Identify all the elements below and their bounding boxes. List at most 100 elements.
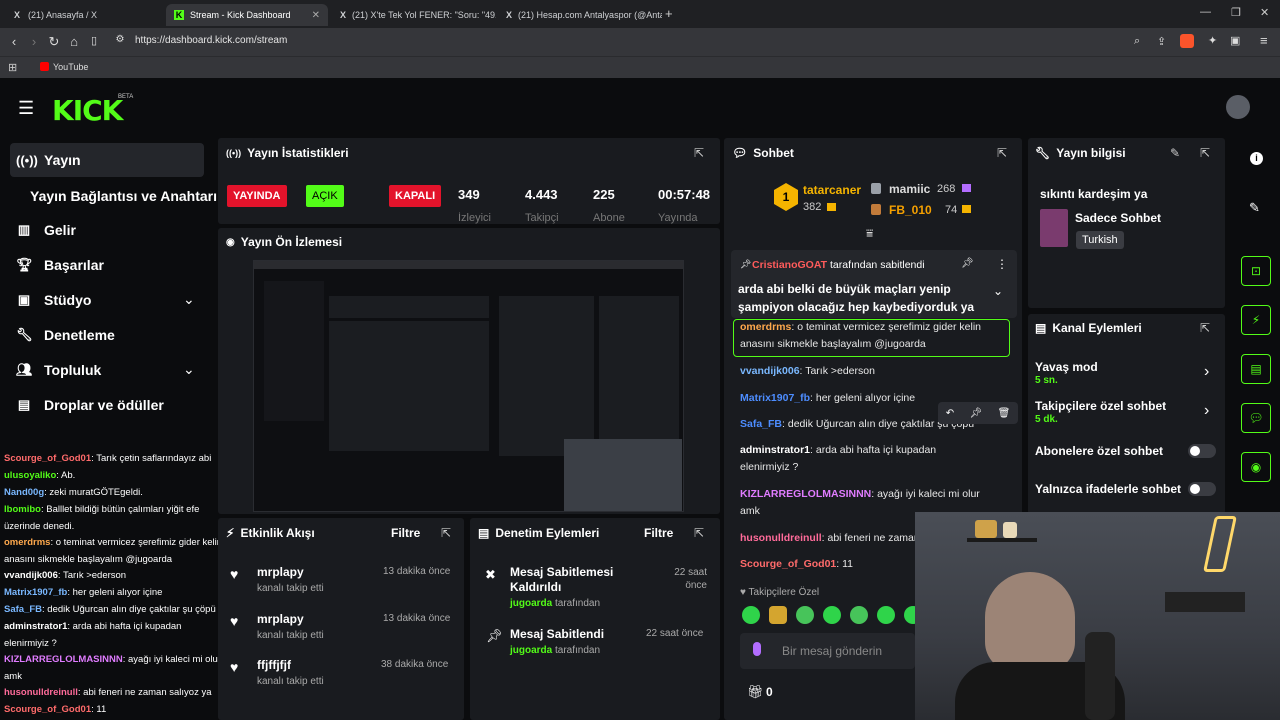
site-settings-icon[interactable]: ⚙ [110,34,130,45]
chart-icon: ▥ [17,222,31,237]
overlay-chat-line: Scourge_of_God01: Tarık çetin saflarında… [4,453,212,464]
language-tag: Turkish [1076,231,1124,249]
emote-only-toggle[interactable] [1188,482,1216,496]
emote[interactable] [796,606,814,624]
chat-message[interactable]: Scourge_of_God01: 11 [740,556,920,573]
browser-tab[interactable]: X (21) X'te Tek Yol FENER: "Soru: "49. d [332,4,496,26]
chat-message[interactable]: husonulldreinull: abi feneri ne zaman sa… [740,530,920,547]
info-icon[interactable]: i [1250,152,1263,165]
chat-message[interactable]: adminstrator1: arda abi hafta içi kupada… [740,442,970,476]
home-icon[interactable]: ⌂ [64,34,84,49]
sidebar-item-stream-key[interactable]: Yayın Bağlantısı ve Anahtarı [30,188,217,204]
collapse-leaderboard-icon[interactable]: ⩸ [866,226,873,241]
sidebar-item-droplar[interactable]: ▤ Droplar ve ödüller [16,397,164,413]
pin-icon[interactable]: 📌︎ [969,408,982,419]
close-tab-icon[interactable]: ✕ [312,10,320,21]
undo-icon[interactable]: ↶ [946,408,954,419]
bookmark-icon[interactable]: ▯ [84,34,104,47]
drops-icon: ▤ [17,397,31,412]
chat-title: 💬︎ Sohbet [732,146,794,160]
expand-icon[interactable]: ⇱ [694,526,704,540]
closed-badge[interactable]: KAPALI [389,185,442,207]
forward-icon[interactable]: › [24,34,44,49]
chat-icon[interactable]: 💬︎ [1241,403,1271,433]
new-tab-icon[interactable]: + [665,6,673,21]
lightning-icon[interactable]: ⚡︎ [1241,305,1271,335]
browser-tab[interactable]: X (21) Anasayfa / X [4,4,164,26]
subscribers-only-toggle[interactable] [1188,444,1216,458]
reload-icon[interactable]: ↻ [44,34,64,50]
browser-tab-active[interactable]: K Stream - Kick Dashboard ✕ [166,4,328,26]
apps-grid-icon[interactable]: ⊞ [8,61,17,74]
sidebar-item-basarilar[interactable]: 🏆︎ Başarılar [16,257,104,273]
edit-icon[interactable]: ✎ [1170,146,1180,160]
webcam-overlay [915,512,1280,720]
sidebar-item-topluluk[interactable]: 👥︎ Topluluk [16,362,101,378]
chevron-down-icon[interactable]: ⌄ [993,284,1003,298]
pencil-icon[interactable]: ✎ [1249,200,1260,216]
avatar[interactable] [1226,95,1250,119]
sidebar-item-studyo[interactable]: ▣ Stüdyo [16,292,92,308]
wallet-icon[interactable]: ▣ [1230,34,1240,47]
expand-icon[interactable]: ⇱ [997,146,1007,160]
expand-icon[interactable]: ⇱ [1200,146,1210,160]
broadcast-icon[interactable]: ◉ [1241,452,1271,482]
maximize-icon[interactable]: ❐ [1231,6,1241,19]
close-window-icon[interactable]: ✕ [1260,6,1269,19]
gift-icon[interactable]: 🎁︎ [747,684,764,700]
screenshot-icon[interactable]: ⊡ [1241,256,1271,286]
document-icon: ▤ [478,526,490,540]
chat-message[interactable]: omerdrms: o teminat vermicez şerefimiz g… [740,319,1010,353]
url-input[interactable]: https://dashboard.kick.com/stream [135,35,287,46]
activity-filter-button[interactable]: Filtre [391,526,420,540]
extensions-icon[interactable]: ✦ [1208,34,1217,47]
tab-label: (21) Anasayfa / X [28,10,98,20]
broadcast-icon: ((•)) [226,148,242,158]
minimize-icon[interactable]: — [1200,6,1211,18]
follower-label: Takipçi [525,212,559,224]
emote[interactable] [742,606,760,624]
shelf [1165,592,1245,612]
pin-icon[interactable]: 📌︎ [961,258,974,269]
preview-stats [329,296,489,318]
zoom-icon[interactable]: ⌕ [1134,35,1140,48]
kick-logo[interactable]: KICK [52,94,123,127]
overlay-chat-line: Matrix1907_fb: her geleni alıyor içine [4,587,163,598]
emote[interactable] [823,606,841,624]
open-badge[interactable]: AÇIK [306,185,344,207]
chat-message[interactable]: vvandijk006: Tarık >ederson [740,363,1010,380]
hamburger-icon[interactable]: ☰ [18,98,34,119]
expand-icon[interactable]: ⇱ [694,146,704,160]
brave-shield-icon[interactable] [1180,34,1194,48]
chevron-down-icon[interactable]: ⌄ [183,361,195,378]
chevron-right-icon[interactable]: › [1204,402,1209,420]
stream-preview[interactable] [253,260,684,512]
chevron-down-icon[interactable]: ⌄ [183,291,195,308]
browser-tab[interactable]: X (21) Hesap.com Antalyaspor (@Anta [498,4,662,26]
category-name[interactable]: Sadece Sohbet [1075,211,1161,225]
more-options-icon[interactable]: ⋮ [996,257,1008,271]
microphone-icon[interactable] [753,642,761,656]
sidebar-item-gelir[interactable]: ▥ Gelir [16,222,76,238]
emote[interactable] [877,606,895,624]
emote[interactable] [769,606,787,624]
preview-info [599,296,679,456]
moderation-filter-button[interactable]: Filtre [644,526,673,540]
expand-icon[interactable]: ⇱ [441,526,451,540]
expand-icon[interactable]: ⇱ [1200,321,1210,335]
sidebar-item-denetleme[interactable]: 🔧︎ Denetleme [16,327,115,343]
bookmark-youtube[interactable]: YouTube [53,62,88,72]
youtube-icon [40,62,49,71]
emote[interactable] [850,606,868,624]
pin-icon: 📌︎ [740,259,752,269]
document-icon[interactable]: ▤ [1241,354,1271,384]
sidebar-item-yayin[interactable]: ((•)) Yayın [16,152,81,168]
preview-chat [499,296,594,456]
follower-count: 4.443 [525,187,558,202]
share-icon[interactable]: ⇪ [1157,35,1166,48]
trash-icon[interactable]: 🗑︎ [998,408,1011,419]
beta-label: BETA [118,94,134,100]
chevron-right-icon[interactable]: › [1204,363,1209,381]
back-icon[interactable]: ‹ [4,34,24,49]
menu-icon[interactable]: ≡ [1260,33,1268,48]
